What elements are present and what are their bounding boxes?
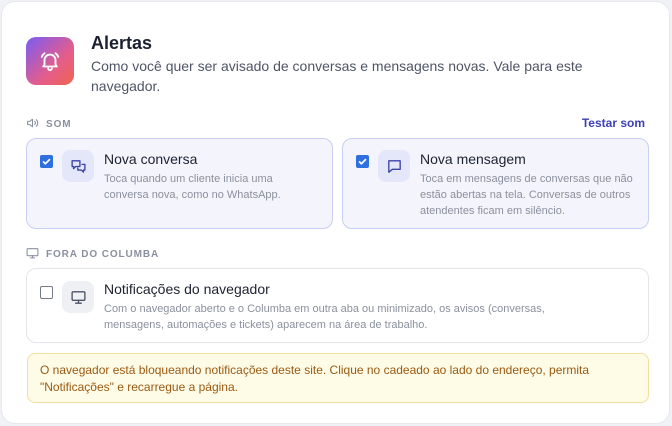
new-conversation-title: Nova conversa xyxy=(104,151,198,167)
sound-section-label: SOM xyxy=(26,117,71,132)
monitor-icon xyxy=(62,281,94,313)
page-description: Como você quer ser avisado de conversas … xyxy=(91,58,583,94)
new-message-title: Nova mensagem xyxy=(420,151,526,167)
outside-section-title: FORA DO COLUMBA xyxy=(46,249,160,260)
option-new-conversation[interactable]: Nova conversa Toca quando um cliente ini… xyxy=(26,138,333,229)
outside-section-label: FORA DO COLUMBA xyxy=(26,247,159,262)
sound-section-title: SOM xyxy=(46,119,72,130)
bell-icon xyxy=(26,37,74,85)
new-conversation-checkbox[interactable] xyxy=(40,155,53,168)
new-conversation-description: Toca quando um cliente inicia uma conver… xyxy=(104,173,281,201)
option-browser-notifications[interactable]: Notificações do navegador Com o navegado… xyxy=(26,268,649,343)
message-square-icon xyxy=(378,150,410,182)
chat-bubbles-icon xyxy=(62,150,94,182)
notifications-blocked-warning: O navegador está bloqueando notificações… xyxy=(27,353,649,403)
new-message-checkbox[interactable] xyxy=(356,155,369,168)
page-title: Alertas xyxy=(91,33,153,53)
browser-notifications-description: Com o navegador aberto e o Columba em ou… xyxy=(104,303,545,331)
monitor-icon xyxy=(26,247,39,262)
browser-notifications-checkbox[interactable] xyxy=(40,286,53,299)
new-message-description: Toca em mensagens de conversas que não e… xyxy=(420,173,633,217)
alerts-card: Alertas Como você quer ser avisado de co… xyxy=(1,1,670,424)
speaker-icon xyxy=(26,117,39,132)
browser-notifications-title: Notificações do navegador xyxy=(104,281,270,297)
test-sound-link[interactable]: Testar som xyxy=(582,116,645,130)
option-new-message[interactable]: Nova mensagem Toca em mensagens de conve… xyxy=(342,138,649,229)
